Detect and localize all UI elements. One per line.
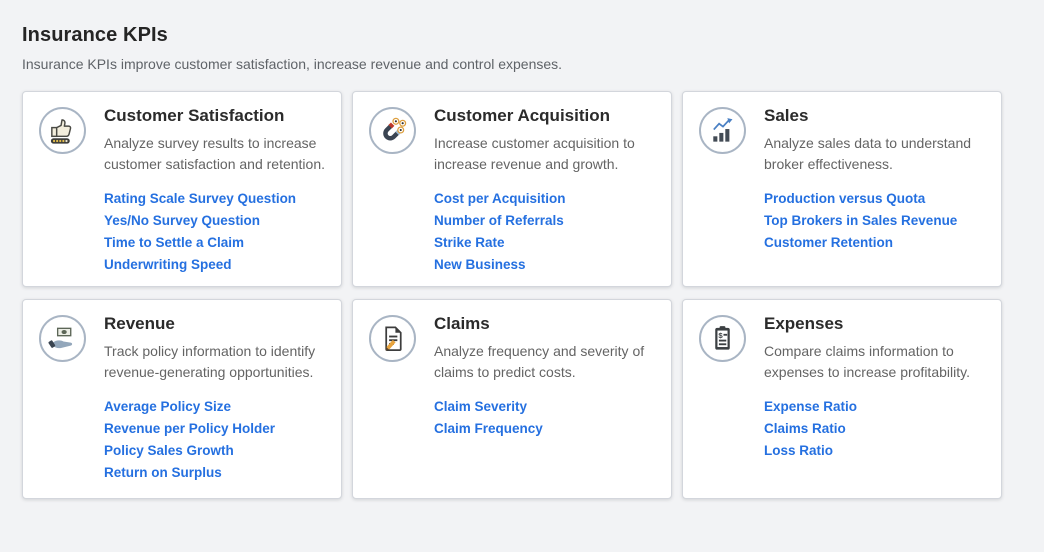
card-description: Analyze sales data to understand broker … (764, 133, 985, 175)
card-link-list: Expense Ratio Claims Ratio Loss Ratio (764, 396, 985, 462)
card-link-list: Claim Severity Claim Frequency (434, 396, 655, 440)
thumbs-up-rating-icon (47, 115, 78, 146)
kpi-link-rating-scale-survey-question[interactable]: Rating Scale Survey Question (104, 188, 325, 210)
card-description: Analyze survey results to increase custo… (104, 133, 325, 175)
magnet-icon (377, 115, 408, 146)
kpi-link-strike-rate[interactable]: Strike Rate (434, 232, 655, 254)
kpi-link-average-policy-size[interactable]: Average Policy Size (104, 396, 325, 418)
kpi-link-claim-severity[interactable]: Claim Severity (434, 396, 655, 418)
kpi-card-sales: Sales Analyze sales data to understand b… (682, 91, 1002, 287)
kpi-card-claims: Claims Analyze frequency and severity of… (352, 299, 672, 499)
svg-text:$: $ (718, 331, 723, 340)
card-link-list: Rating Scale Survey Question Yes/No Surv… (104, 188, 325, 276)
document-pencil-icon (377, 323, 408, 354)
card-title: Customer Satisfaction (104, 106, 325, 126)
kpi-link-underwriting-speed[interactable]: Underwriting Speed (104, 254, 325, 276)
kpi-link-revenue-per-policy-holder[interactable]: Revenue per Policy Holder (104, 418, 325, 440)
kpi-link-top-brokers-in-sales-revenue[interactable]: Top Brokers in Sales Revenue (764, 210, 985, 232)
kpi-link-claim-frequency[interactable]: Claim Frequency (434, 418, 655, 440)
card-icon-circle (369, 315, 416, 362)
card-title: Sales (764, 106, 985, 126)
kpi-link-time-to-settle-a-claim[interactable]: Time to Settle a Claim (104, 232, 325, 254)
kpi-card-customer-acquisition: Customer Acquisition Increase customer a… (352, 91, 672, 287)
kpi-link-cost-per-acquisition[interactable]: Cost per Acquisition (434, 188, 655, 210)
kpi-link-loss-ratio[interactable]: Loss Ratio (764, 440, 985, 462)
card-title: Revenue (104, 314, 325, 334)
card-link-list: Average Policy Size Revenue per Policy H… (104, 396, 325, 484)
card-description: Track policy information to identify rev… (104, 341, 325, 383)
card-description: Analyze frequency and severity of claims… (434, 341, 655, 383)
kpi-link-production-versus-quota[interactable]: Production versus Quota (764, 188, 985, 210)
kpi-link-policy-sales-growth[interactable]: Policy Sales Growth (104, 440, 325, 462)
card-description: Increase customer acquisition to increas… (434, 133, 655, 175)
card-icon-circle: $ (699, 315, 746, 362)
hand-money-icon (47, 323, 78, 354)
card-description: Compare claims information to expenses t… (764, 341, 985, 383)
bar-chart-trend-icon (707, 115, 738, 146)
card-icon-circle (369, 107, 416, 154)
kpi-link-claims-ratio[interactable]: Claims Ratio (764, 418, 985, 440)
card-title: Claims (434, 314, 655, 334)
card-title: Expenses (764, 314, 985, 334)
card-link-list: Cost per Acquisition Number of Referrals… (434, 188, 655, 276)
kpi-card-expenses: $ Expenses Compare claims information to… (682, 299, 1002, 499)
card-icon-circle (39, 315, 86, 362)
kpi-card-customer-satisfaction: Customer Satisfaction Analyze survey res… (22, 91, 342, 287)
card-icon-circle (39, 107, 86, 154)
card-icon-circle (699, 107, 746, 154)
card-title: Customer Acquisition (434, 106, 655, 126)
kpi-link-yes-no-survey-question[interactable]: Yes/No Survey Question (104, 210, 325, 232)
kpi-link-new-business[interactable]: New Business (434, 254, 655, 276)
page-title: Insurance KPIs (22, 24, 1024, 47)
kpi-link-number-of-referrals[interactable]: Number of Referrals (434, 210, 655, 232)
kpi-link-expense-ratio[interactable]: Expense Ratio (764, 396, 985, 418)
kpi-link-return-on-surplus[interactable]: Return on Surplus (104, 462, 325, 484)
card-link-list: Production versus Quota Top Brokers in S… (764, 188, 985, 254)
page-subtitle: Insurance KPIs improve customer satisfac… (22, 56, 1024, 72)
kpi-card-revenue: Revenue Track policy information to iden… (22, 299, 342, 499)
clipboard-dollar-icon: $ (707, 323, 738, 354)
kpi-card-grid: Customer Satisfaction Analyze survey res… (22, 91, 1002, 499)
kpi-link-customer-retention[interactable]: Customer Retention (764, 232, 985, 254)
